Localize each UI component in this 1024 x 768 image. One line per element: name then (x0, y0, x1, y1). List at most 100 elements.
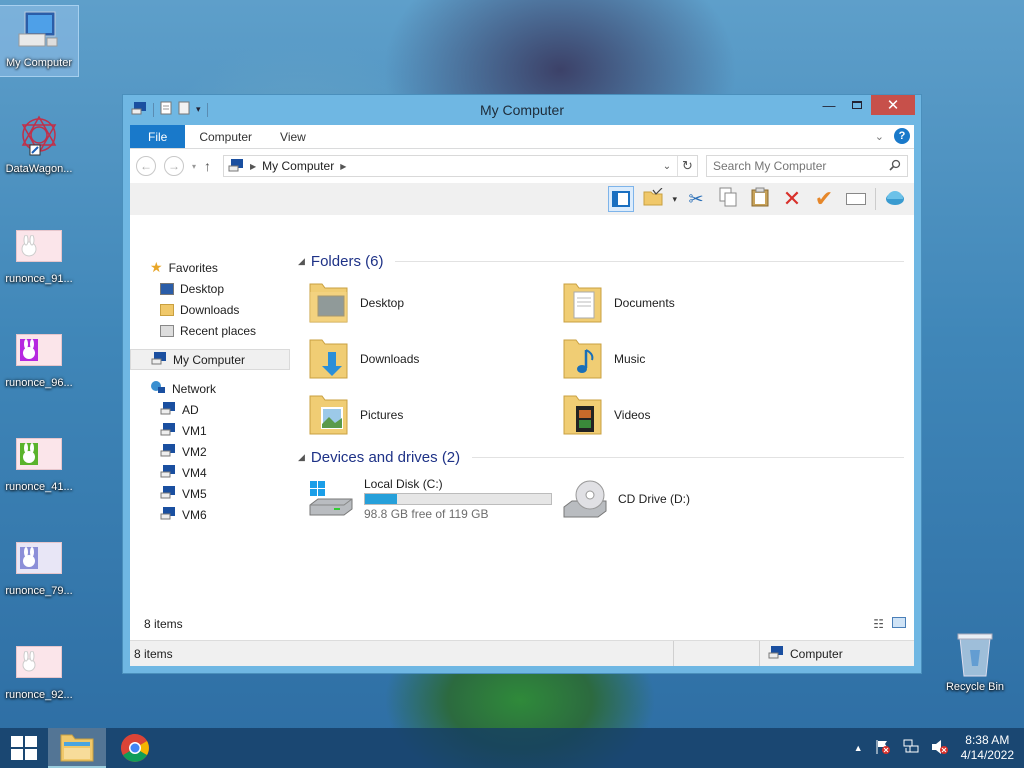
options-dropdown-chevron-icon[interactable]: ▾ (672, 194, 677, 205)
maximize-button[interactable] (843, 95, 871, 115)
nav-network-ad[interactable]: AD (130, 399, 290, 420)
details-view-icon[interactable]: ☷ (873, 617, 884, 631)
image-file-icon (15, 430, 63, 478)
clock-time: 8:38 AM (965, 733, 1010, 747)
close-icon: ✕ (886, 97, 900, 114)
tab-view[interactable]: View (266, 125, 320, 148)
back-button[interactable]: ← (136, 156, 156, 176)
network-tray-icon[interactable] (903, 739, 919, 758)
folder-documents[interactable]: Documents (562, 275, 816, 331)
desktop-icon-datawagon[interactable]: DataWagon... (0, 112, 78, 175)
taskbar-file-explorer[interactable] (48, 728, 106, 768)
clock-date: 4/14/2022 (960, 748, 1014, 762)
large-icons-view-icon[interactable] (892, 617, 906, 628)
star-icon: ★ (150, 259, 163, 275)
folders-section-header[interactable]: ◢ Folders (6) (298, 247, 914, 275)
address-bar[interactable]: ▶ My Computer ▶ ⌄ ↻ (223, 155, 698, 177)
rename-button[interactable] (843, 186, 869, 212)
checkmark-icon: ✔ (814, 186, 834, 211)
recent-locations-chevron-icon[interactable]: ▾ (192, 162, 196, 171)
nav-network-vm4[interactable]: VM4 (130, 462, 290, 483)
nav-downloads[interactable]: Downloads (130, 299, 290, 320)
address-dropdown-chevron-icon[interactable]: ⌄ (657, 156, 677, 176)
drive-usage-bar (364, 493, 552, 505)
taskbar-chrome[interactable] (106, 728, 164, 768)
breadcrumb-my-computer[interactable]: My Computer (262, 159, 334, 173)
volume-muted-icon[interactable] (931, 739, 949, 758)
address-row: ← → ▾ ↑ ▶ My Computer ▶ ⌄ ↻ (130, 149, 914, 183)
up-arrow-icon[interactable]: ↑ (204, 158, 211, 174)
drive-cd-d[interactable]: CD Drive (D:) (562, 471, 816, 527)
nav-label: VM6 (182, 507, 207, 522)
cut-button[interactable]: ✂ (683, 186, 709, 212)
folder-options-button[interactable] (640, 186, 666, 212)
nav-desktop[interactable]: Desktop (130, 278, 290, 299)
nav-network-vm1[interactable]: VM1 (130, 420, 290, 441)
desktop-icon-recycle-bin[interactable]: Recycle Bin (936, 630, 1014, 693)
tab-computer[interactable]: Computer (185, 125, 266, 148)
start-button[interactable] (0, 728, 48, 768)
nav-favorites[interactable]: ★ Favorites (130, 257, 290, 278)
breadcrumb-separator-icon[interactable]: ▶ (250, 162, 256, 171)
scissors-icon: ✂ (688, 188, 704, 209)
desktop-icon-runonce-79[interactable]: runonce_79... (0, 534, 78, 597)
forward-arrow-icon: → (168, 159, 180, 173)
nav-label: Network (172, 381, 217, 396)
pictures-folder-icon (309, 395, 348, 435)
folder-videos[interactable]: Videos (562, 387, 816, 443)
breadcrumb-separator-icon[interactable]: ▶ (340, 162, 346, 171)
copy-button[interactable] (715, 186, 741, 212)
nav-network-vm2[interactable]: VM2 (130, 441, 290, 462)
action-center-flag-icon[interactable] (875, 739, 891, 758)
check-button[interactable]: ✔ (811, 186, 837, 212)
system-tray: ▲ 8:38 AM 4/14/2022 (854, 728, 1014, 768)
computer-small-icon (160, 443, 176, 460)
computer-small-icon (160, 464, 176, 481)
nav-label: My Computer (173, 352, 246, 367)
refresh-icon[interactable]: ↻ (677, 156, 697, 176)
folder-pictures[interactable]: Pictures (308, 387, 562, 443)
delete-button[interactable]: ✕ (779, 186, 805, 212)
folder-downloads[interactable]: Downloads (308, 331, 562, 387)
folder-desktop[interactable]: Desktop (308, 275, 562, 331)
file-explorer-icon (60, 734, 94, 762)
desktop-icon-runonce-96[interactable]: runonce_96... (0, 326, 78, 389)
minimize-button[interactable]: — (815, 95, 843, 115)
desktop-icon-runonce-92[interactable]: runonce_92... (0, 638, 78, 701)
search-input[interactable] (713, 159, 873, 173)
nav-network[interactable]: Network (130, 378, 290, 399)
nav-label: VM2 (182, 444, 207, 459)
forward-button[interactable]: → (164, 156, 184, 176)
nav-recent-places[interactable]: Recent places (130, 320, 290, 341)
close-button[interactable]: ✕ (871, 95, 915, 115)
paste-button[interactable] (747, 186, 773, 212)
search-box[interactable] (706, 155, 908, 177)
devices-section-header[interactable]: ◢ Devices and drives (2) (298, 443, 914, 471)
show-hidden-icons-chevron-icon[interactable]: ▲ (854, 743, 863, 753)
image-file-icon (15, 326, 63, 374)
nav-network-vm6[interactable]: VM6 (130, 504, 290, 525)
globe-button[interactable] (882, 186, 908, 212)
computer-small-icon (768, 645, 784, 662)
collapse-triangle-icon: ◢ (298, 255, 305, 266)
desktop-icon-my-computer[interactable]: My Computer (0, 5, 79, 77)
desktop-icon-runonce-41[interactable]: runonce_41... (0, 430, 78, 493)
help-icon[interactable]: ? (894, 128, 910, 144)
globe-icon (885, 187, 905, 212)
drive-local-c[interactable]: Local Disk (C:) 98.8 GB free of 119 GB (308, 471, 562, 527)
taskbar-clock[interactable]: 8:38 AM 4/14/2022 (961, 733, 1014, 763)
folder-label: Videos (614, 408, 651, 422)
expand-ribbon-chevron-icon[interactable]: ⌄ (875, 130, 884, 143)
copy-icon (719, 187, 737, 212)
downloads-folder-icon (309, 339, 348, 379)
title-bar[interactable]: ▾ My Computer — ✕ (123, 95, 921, 125)
folder-music[interactable]: Music (562, 331, 816, 387)
drive-label: CD Drive (D:) (618, 492, 690, 506)
preview-pane-button[interactable] (608, 186, 635, 212)
desktop-icon-runonce-91[interactable]: runonce_91... (0, 222, 78, 285)
command-toolbar: ▾ ✂ ✕ ✔ (130, 183, 914, 215)
nav-network-vm5[interactable]: VM5 (130, 483, 290, 504)
tab-file[interactable]: File (130, 125, 186, 148)
nav-my-computer[interactable]: My Computer (130, 349, 290, 370)
nav-label: VM1 (182, 423, 207, 438)
